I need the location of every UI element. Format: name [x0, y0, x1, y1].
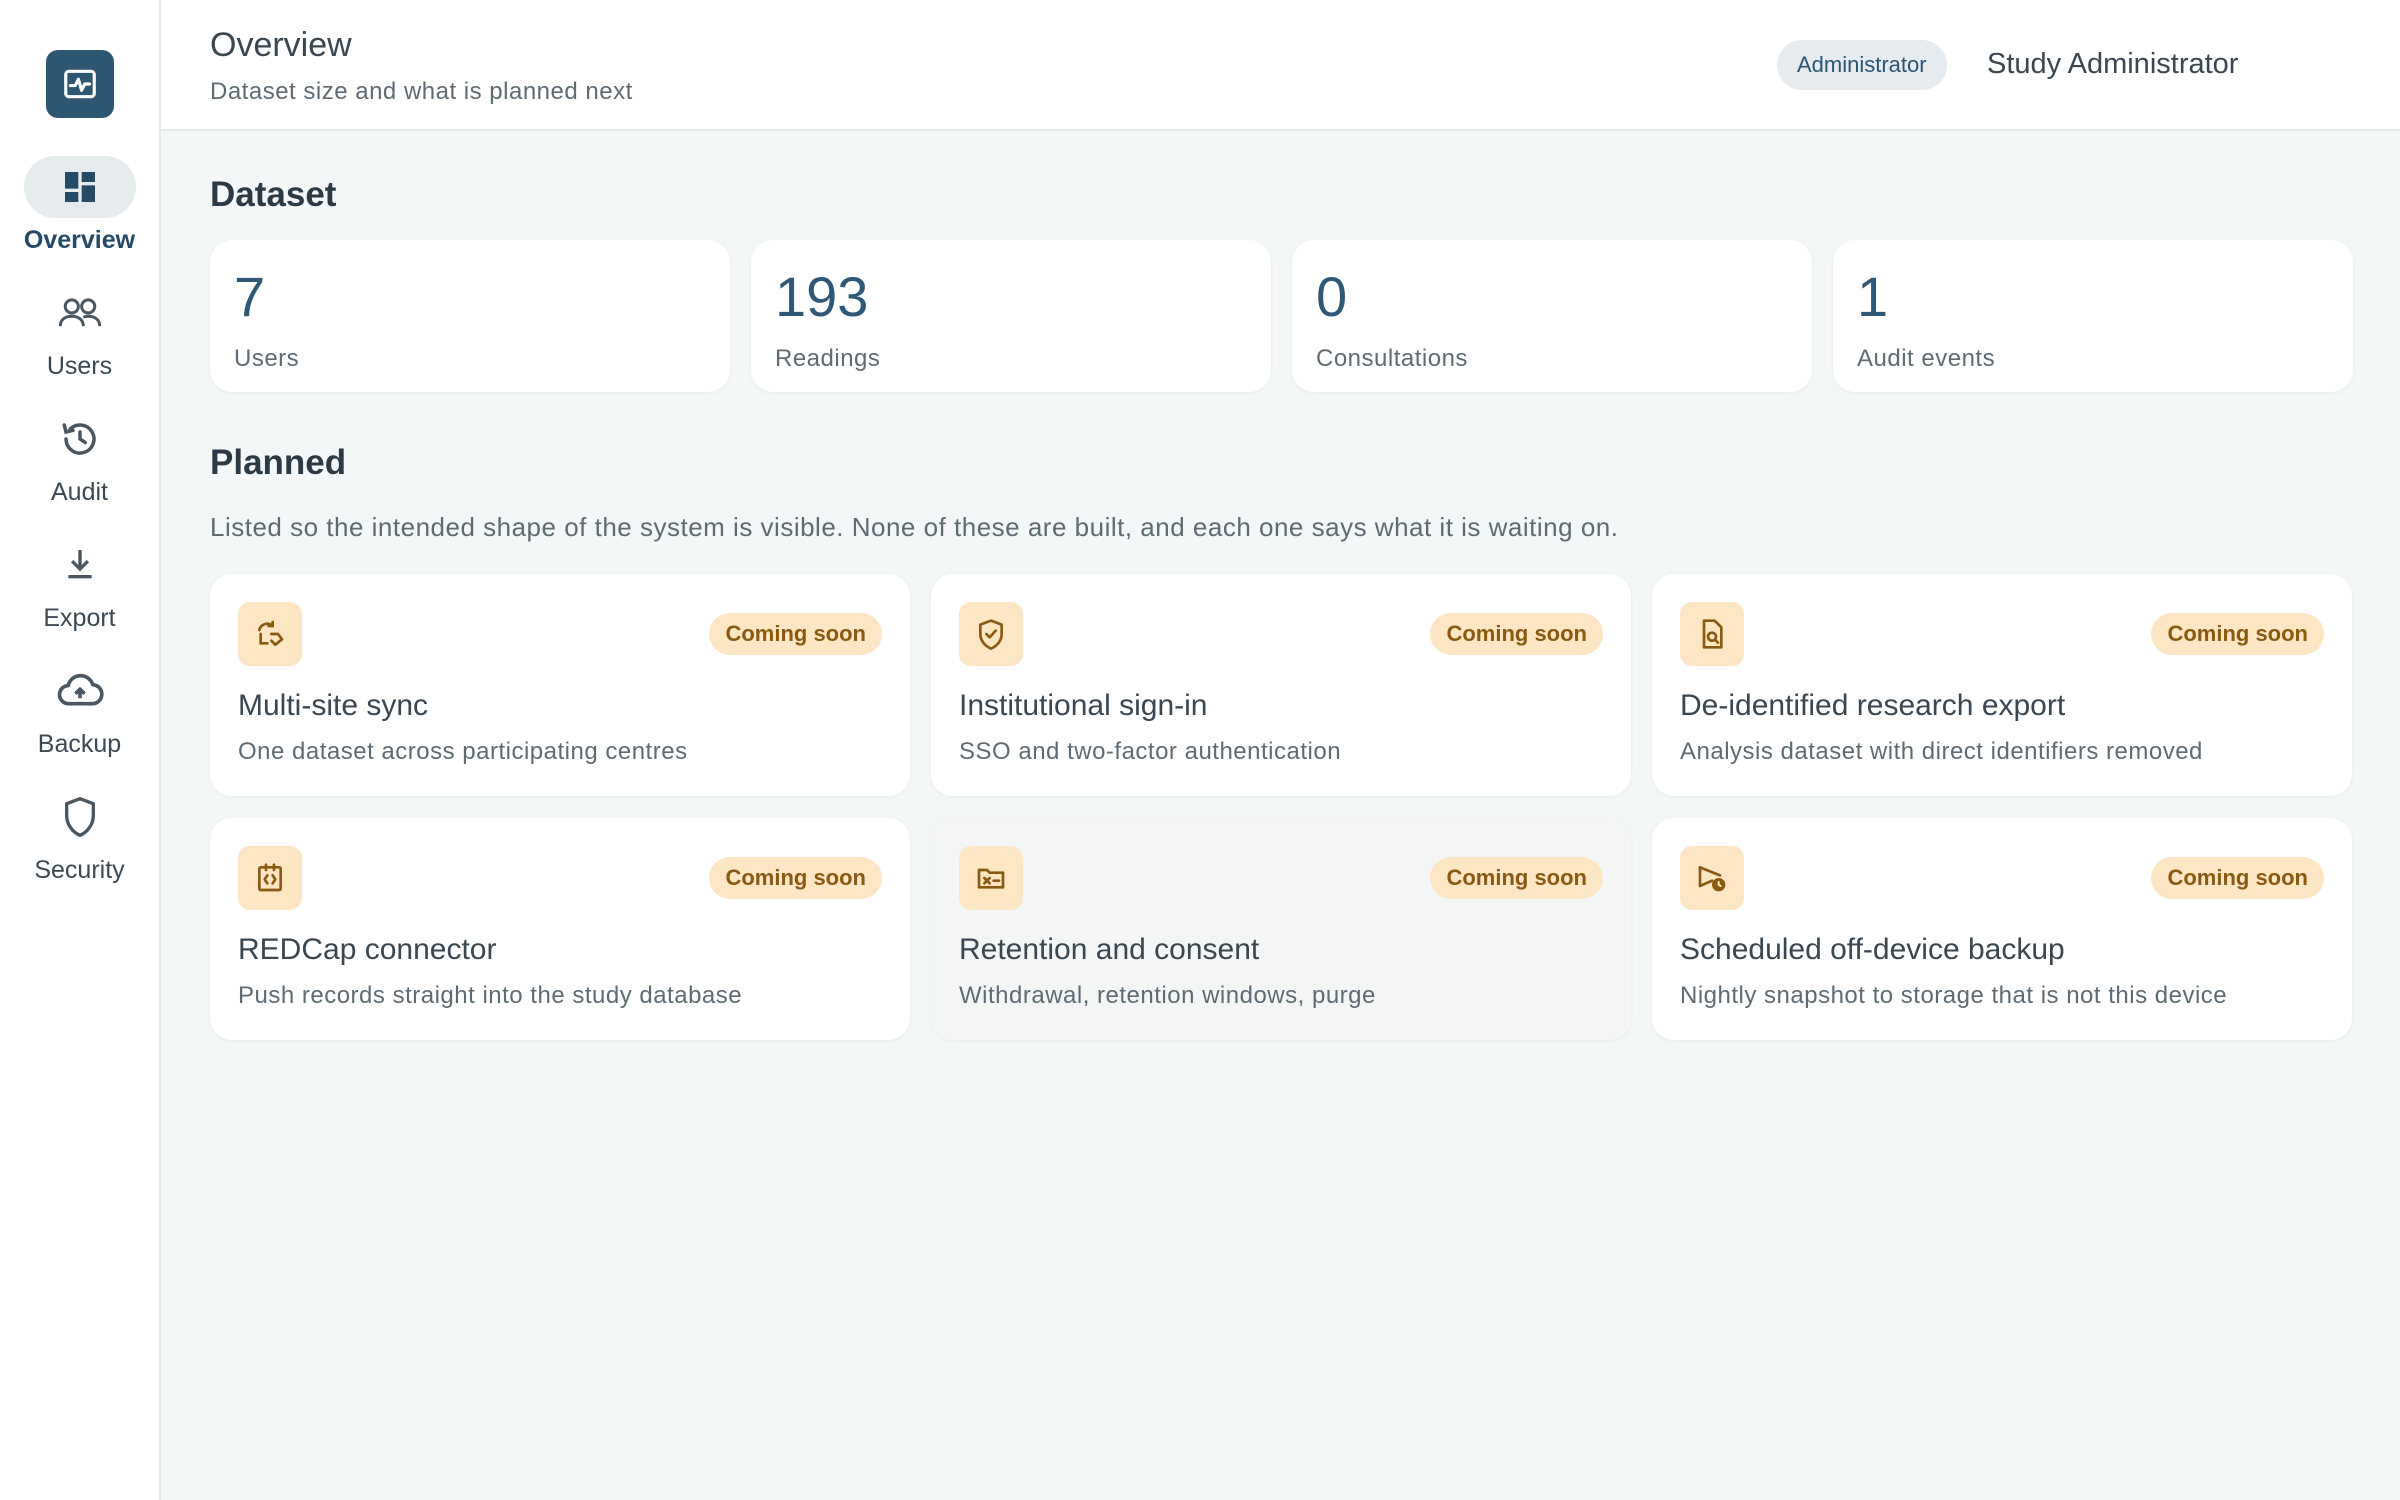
coming-soon-badge: Coming soon — [709, 613, 882, 655]
stat-label: Audit events — [1857, 345, 1996, 372]
feature-description: Push records straight into the study dat… — [238, 982, 743, 1009]
user-name: Study Administrator — [1987, 48, 2239, 80]
planned-section-title: Planned — [210, 443, 347, 482]
nav-icon-container — [23, 156, 136, 218]
feature-title: REDCap connector — [238, 933, 497, 966]
coming-soon-badge: Coming soon — [2151, 613, 2324, 655]
scheduled-send-icon — [1698, 866, 1726, 892]
shield-icon — [64, 797, 95, 837]
page-header: Overview Dataset size and what is planne… — [161, 0, 2400, 131]
feature-description: Analysis dataset with direct identifiers… — [1680, 738, 2203, 765]
dashboard-icon — [64, 172, 95, 202]
feature-description: SSO and two-factor authentication — [959, 738, 1342, 765]
coming-soon-badge: Coming soon — [709, 857, 882, 899]
feature-title: Institutional sign-in — [959, 689, 1208, 722]
role-badge: Administrator — [1777, 40, 1947, 90]
stat-card-consultations: 0 Consultations — [1292, 240, 1812, 392]
coming-soon-badge: Coming soon — [1430, 857, 1603, 899]
stats-row: 7 Users 193 Readings 0 Consultations 1 A… — [210, 240, 2353, 392]
feature-card-redcap-connector[interactable]: Coming soon REDCap connector Push record… — [210, 818, 910, 1040]
feature-icon-box — [238, 602, 302, 666]
sidebar-item-audit[interactable]: Audit — [0, 408, 159, 534]
coming-soon-badge: Coming soon — [2151, 857, 2324, 899]
nav-icon-container — [24, 408, 136, 470]
sidebar-item-label: Export — [43, 604, 116, 632]
feature-description: Nightly snapshot to storage that is not … — [1680, 982, 2228, 1009]
sidebar-item-label: Backup — [37, 730, 122, 758]
stat-value: 0 — [1316, 265, 1348, 328]
nav-icon-container — [24, 534, 136, 596]
sidebar-item-label: Users — [46, 352, 113, 380]
stat-card-audit-events: 1 Audit events — [1833, 240, 2353, 392]
feature-card-multi-site-sync[interactable]: Coming soon Multi-site sync One dataset … — [210, 574, 910, 796]
stat-label: Users — [234, 345, 300, 372]
feature-card-scheduled-backup[interactable]: Coming soon Scheduled off-device backup … — [1652, 818, 2352, 1040]
sidebar-item-label: Audit — [51, 478, 108, 506]
feature-title: Multi-site sync — [238, 689, 429, 722]
shield-check-icon — [979, 619, 1003, 650]
code-clipboard-icon — [258, 863, 282, 892]
planned-description: Listed so the intended shape of the syst… — [210, 512, 1619, 542]
feature-card-de-identified-export[interactable]: Coming soon De-identified research expor… — [1652, 574, 2352, 796]
stat-value: 7 — [234, 265, 266, 328]
planned-grid: Coming soon Multi-site sync One dataset … — [210, 574, 2353, 1040]
pulse-chart-icon — [63, 69, 96, 99]
dataset-section-title: Dataset — [210, 175, 337, 214]
feature-icon-box — [1680, 846, 1744, 910]
sidebar-nav: Overview Users Audit Export Backup Secur… — [0, 156, 159, 912]
feature-description: One dataset across participating centres — [238, 738, 688, 765]
stat-card-readings: 193 Readings — [751, 240, 1271, 392]
page-subtitle: Dataset size and what is planned next — [210, 78, 633, 105]
feature-title: De-identified research export — [1680, 689, 2066, 722]
page-title: Overview — [210, 26, 352, 64]
sync-icon — [258, 620, 284, 646]
sidebar-item-export[interactable]: Export — [0, 534, 159, 660]
sidebar: Overview Users Audit Export Backup Secur… — [0, 0, 161, 1500]
sidebar-item-overview[interactable]: Overview — [0, 156, 159, 282]
sidebar-item-users[interactable]: Users — [0, 282, 159, 408]
nav-icon-container — [24, 660, 136, 722]
feature-icon-box — [1680, 602, 1744, 666]
sidebar-item-label: Security — [34, 856, 125, 884]
folder-x-icon — [977, 868, 1005, 889]
nav-icon-container — [24, 786, 136, 848]
coming-soon-badge: Coming soon — [1430, 613, 1603, 655]
stat-label: Readings — [775, 345, 881, 372]
feature-icon-box — [238, 846, 302, 910]
nav-icon-container — [24, 282, 136, 344]
feature-card-institutional-sign-in[interactable]: Coming soon Institutional sign-in SSO an… — [931, 574, 1631, 796]
document-search-icon — [1702, 619, 1723, 649]
users-icon — [58, 298, 101, 327]
app-logo[interactable] — [45, 50, 114, 118]
feature-icon-box — [959, 846, 1023, 910]
sidebar-item-label: Overview — [23, 226, 136, 254]
stat-label: Consultations — [1316, 345, 1468, 372]
feature-card-retention-consent[interactable]: Coming soon Retention and consent Withdr… — [931, 818, 1631, 1040]
feature-title: Retention and consent — [959, 933, 1260, 966]
stat-value: 193 — [775, 265, 869, 328]
feature-title: Scheduled off-device backup — [1680, 933, 2065, 966]
history-icon — [62, 423, 96, 455]
feature-icon-box — [959, 602, 1023, 666]
download-icon — [67, 550, 92, 579]
stat-card-users: 7 Users — [210, 240, 730, 392]
sidebar-item-security[interactable]: Security — [0, 786, 159, 912]
sidebar-item-backup[interactable]: Backup — [0, 660, 159, 786]
feature-description: Withdrawal, retention windows, purge — [959, 982, 1376, 1009]
stat-value: 1 — [1857, 265, 1889, 328]
cloud-upload-icon — [57, 673, 104, 706]
